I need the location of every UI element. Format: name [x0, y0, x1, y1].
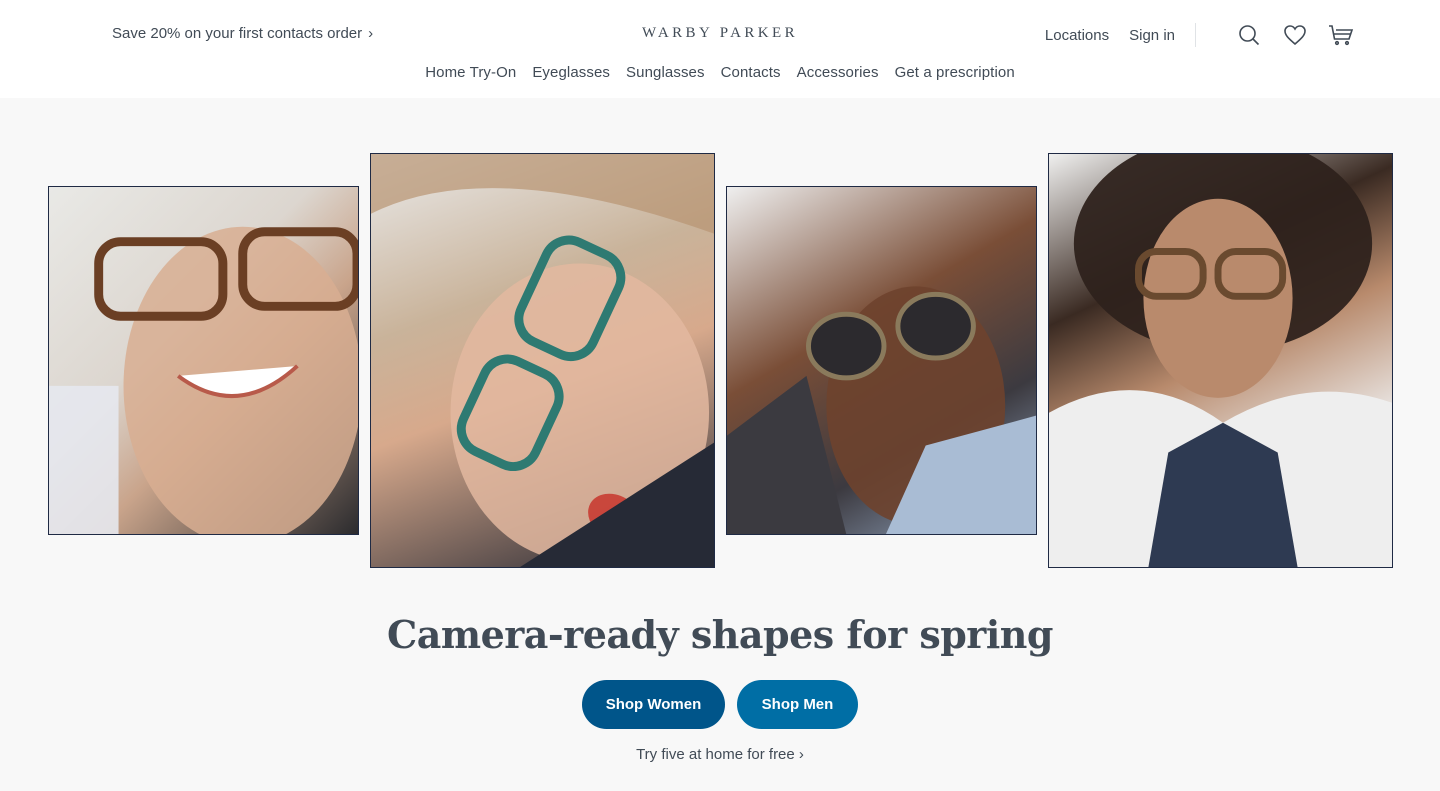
nav-item-contacts[interactable]: Contacts: [721, 64, 781, 81]
nav-item-get-prescription[interactable]: Get a prescription: [895, 64, 1015, 81]
utility-nav: Locations Sign in: [1045, 20, 1354, 50]
chevron-right-icon: ›: [368, 25, 374, 42]
hero-photo-woman-tortoise-glasses: [1048, 153, 1393, 568]
sign-in-link[interactable]: Sign in: [1129, 27, 1175, 44]
nav-item-home-try-on[interactable]: Home Try-On: [425, 64, 516, 81]
search-icon[interactable]: [1236, 22, 1262, 48]
try-at-home-text: Try five at home for free: [636, 746, 795, 763]
shop-women-button[interactable]: Shop Women: [582, 680, 725, 729]
heart-icon[interactable]: [1282, 22, 1308, 48]
hero-photo-man-tortoise-sunglasses: [726, 186, 1037, 535]
locations-link[interactable]: Locations: [1045, 27, 1109, 44]
try-at-home-link[interactable]: Try five at home for free ›: [636, 746, 804, 763]
hero-photo-woman-green-glasses: [370, 153, 715, 568]
try-at-home-container: Try five at home for free ›: [0, 746, 1440, 764]
warby-parker-logo[interactable]: WARBY PARKER: [642, 25, 798, 41]
shop-men-button[interactable]: Shop Men: [737, 680, 858, 729]
promo-text: Save 20% on your first contacts order: [112, 25, 363, 42]
cart-icon[interactable]: [1328, 22, 1354, 48]
site-header: Save 20% on your first contacts order › …: [0, 0, 1440, 98]
nav-item-accessories[interactable]: Accessories: [797, 64, 879, 81]
chevron-right-icon: ›: [798, 746, 804, 763]
nav-item-eyeglasses[interactable]: Eyeglasses: [532, 64, 610, 81]
hero-headline: Camera-ready shapes for spring: [387, 612, 1053, 657]
contacts-promo-link[interactable]: Save 20% on your first contacts order ›: [112, 25, 373, 42]
hero-photo-man-tortoise-glasses: [48, 186, 359, 535]
divider: [1195, 23, 1196, 47]
nav-item-sunglasses[interactable]: Sunglasses: [626, 64, 705, 81]
main-nav: Home Try-On Eyeglasses Sunglasses Contac…: [0, 64, 1440, 81]
